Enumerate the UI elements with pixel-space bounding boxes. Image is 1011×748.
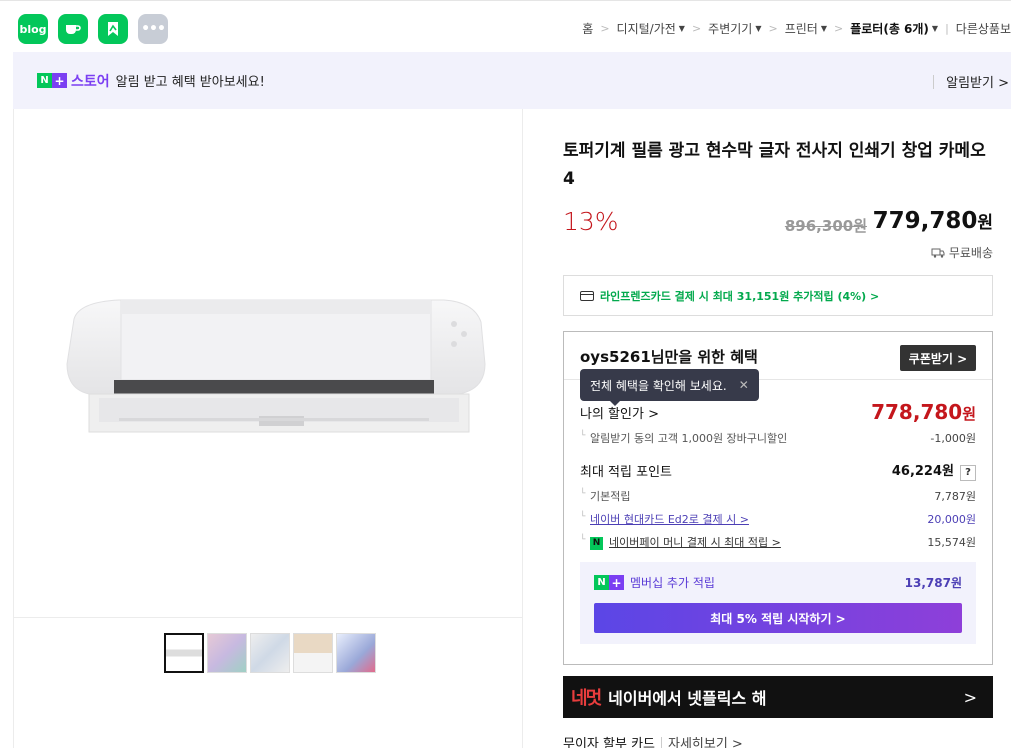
- membership-row: N + 멤버십 추가 적립 13,787원: [594, 574, 962, 591]
- plus-icon: +: [52, 73, 67, 88]
- pay-points-value: 15,574원: [927, 536, 976, 549]
- credit-card-icon: [580, 290, 594, 301]
- other-products-link[interactable]: 다른상품보: [956, 20, 1011, 37]
- membership-value: 13,787원: [904, 576, 962, 590]
- bookmark-icon[interactable]: [98, 14, 128, 44]
- coupon-button[interactable]: 쿠폰받기 >: [900, 345, 976, 371]
- chevron-right-icon: >: [963, 687, 977, 707]
- naver-plus-store-logo: N + 스토어: [37, 71, 110, 91]
- thumbnail-5[interactable]: [336, 633, 376, 673]
- caret-down-icon: ▼: [678, 24, 685, 33]
- naver-n-icon: N: [37, 73, 52, 88]
- chevron-right-icon: >: [768, 22, 778, 35]
- basic-points-row: 기본적립 7,787원: [580, 488, 976, 504]
- caret-down-icon: ▼: [820, 24, 827, 33]
- benefit-heading: oys5261님만을 위한 혜택: [580, 348, 758, 366]
- membership-start-button[interactable]: 최대 5% 적립 시작하기 >: [594, 603, 962, 633]
- membership-box: N + 멤버십 추가 적립 13,787원 최대 5% 적립 시작하기 >: [580, 562, 976, 644]
- product-image[interactable]: [59, 294, 489, 439]
- max-points-row: 최대 적립 포인트 46,224원?: [580, 460, 976, 481]
- naver-pay-row-label: N 네이버페이 머니 결제 시 최대 적립 >: [580, 534, 781, 550]
- caret-down-icon: ▼: [755, 24, 762, 33]
- breadcrumb-home[interactable]: 홈: [582, 20, 593, 37]
- alarm-discount-value: -1,000원: [930, 432, 976, 445]
- banner-text: 알림 받고 혜택 받아보세요!: [115, 75, 265, 90]
- thumbnail-list: [164, 633, 376, 673]
- breadcrumb-peripherals[interactable]: 주변기기 ▼: [708, 20, 761, 37]
- my-price-value: 778,780원: [871, 400, 976, 424]
- app-icons: blog •••: [18, 14, 168, 44]
- close-icon[interactable]: ✕: [739, 378, 749, 392]
- sale-price: 779,780원: [872, 208, 993, 234]
- max-points-value: 46,224원?: [892, 460, 976, 481]
- installment-detail-link[interactable]: 자세히보기 >: [668, 733, 743, 748]
- membership-label: N + 멤버십 추가 적립: [594, 574, 715, 591]
- naver-pay-link[interactable]: 네이버페이 머니 결제 시 최대 적립 >: [609, 536, 781, 549]
- max-points-label: 최대 적립 포인트: [580, 465, 672, 480]
- gallery-divider: [14, 617, 522, 618]
- benefit-tooltip: 전체 혜택을 확인해 보세요. ✕: [580, 369, 759, 406]
- tooltip-text: 전체 혜택을 확인해 보세요.: [590, 378, 727, 393]
- chevron-right-icon: >: [600, 22, 610, 35]
- installment-row: 무이자 할부 카드 자세히보기 >: [563, 733, 743, 748]
- alarm-subscribe-button[interactable]: 알림받기 >: [933, 72, 1009, 91]
- card-promotion-text: 라인프렌즈카드 결제 시 최대 31,151원 추가적립 (4%) >: [600, 289, 880, 303]
- cafe-icon[interactable]: [58, 14, 88, 44]
- product-gallery: [13, 109, 523, 748]
- discount-rate: 13%: [563, 207, 619, 236]
- top-bar: blog ••• 홈 > 디지털/가전 ▼ > 주변기기 ▼ > 프린터 ▼ > 플로…: [0, 0, 1011, 52]
- divider: [661, 736, 662, 748]
- store-label: 스토어: [71, 73, 110, 90]
- more-apps-icon[interactable]: •••: [138, 14, 168, 44]
- card-points-value: 20,000원: [927, 513, 976, 526]
- hyundai-card-link[interactable]: 네이버 현대카드 Ed2로 결제 시 >: [580, 511, 749, 527]
- my-price-link[interactable]: 나의 할인가 >: [580, 403, 659, 422]
- breadcrumb-digital[interactable]: 디지털/가전 ▼: [617, 20, 685, 37]
- plus-icon: +: [609, 575, 624, 590]
- breadcrumb: 홈 > 디지털/가전 ▼ > 주변기기 ▼ > 프린터 ▼ > 플로터(총 6개) ▼ …: [582, 20, 1011, 37]
- thumbnail-4[interactable]: [293, 633, 333, 673]
- truck-icon: [931, 248, 945, 258]
- product-title: 토퍼기계 필름 광고 현수막 글자 전사지 인쇄기 창업 카메오4: [563, 141, 986, 189]
- membership-label-text: 멤버십 추가 적립: [630, 576, 715, 590]
- netflix-banner[interactable]: 네멋 네이버에서 넷플릭스 해 >: [563, 676, 993, 718]
- basic-points-label: 기본적립: [580, 488, 630, 504]
- chevron-right-icon: >: [834, 22, 844, 35]
- caret-down-icon: ▼: [931, 24, 939, 33]
- alarm-discount-label: 알림받기 동의 고객 1,000원 장바구니할인: [580, 430, 787, 446]
- store-alarm-banner: N + 스토어 알림 받고 혜택 받아보세요! 알림받기 >: [13, 52, 1011, 109]
- naver-n-icon: N: [594, 575, 609, 590]
- thumbnail-1[interactable]: [164, 633, 204, 673]
- blog-icon[interactable]: blog: [18, 14, 48, 44]
- chevron-right-icon: >: [691, 22, 702, 35]
- breadcrumb-plotter[interactable]: 플로터(총 6개) ▼: [850, 20, 938, 37]
- basic-points-value: 7,787원: [934, 490, 976, 503]
- divider: |: [945, 22, 949, 35]
- card-points-row: 네이버 현대카드 Ed2로 결제 시 > 20,000원: [580, 511, 976, 527]
- benefit-box: oys5261님만을 위한 혜택 쿠폰받기 > 전체 혜택을 확인해 보세요. …: [563, 331, 993, 665]
- naver-pay-icon: N: [590, 536, 603, 550]
- installment-label: 무이자 할부 카드: [563, 737, 655, 748]
- my-price-row: 나의 할인가 > 778,780원: [580, 400, 976, 424]
- shipping-info: 무료배송: [931, 244, 993, 261]
- pay-points-row: N 네이버페이 머니 결제 시 최대 적립 > 15,574원: [580, 534, 976, 550]
- netflix-banner-text: 네이버에서 넷플릭스 해: [608, 689, 767, 708]
- breadcrumb-printer[interactable]: 프린터 ▼: [785, 20, 827, 37]
- thumbnail-2[interactable]: [207, 633, 247, 673]
- card-promotion[interactable]: 라인프렌즈카드 결제 시 최대 31,151원 추가적립 (4%) >: [563, 275, 993, 316]
- netflix-logo: 네멋: [571, 688, 602, 709]
- shipping-label: 무료배송: [948, 246, 993, 260]
- original-price: 896,300원: [784, 217, 867, 235]
- help-icon[interactable]: ?: [960, 465, 976, 481]
- alarm-discount-row: 알림받기 동의 고객 1,000원 장바구니할인 -1,000원: [580, 430, 976, 446]
- thumbnail-3[interactable]: [250, 633, 290, 673]
